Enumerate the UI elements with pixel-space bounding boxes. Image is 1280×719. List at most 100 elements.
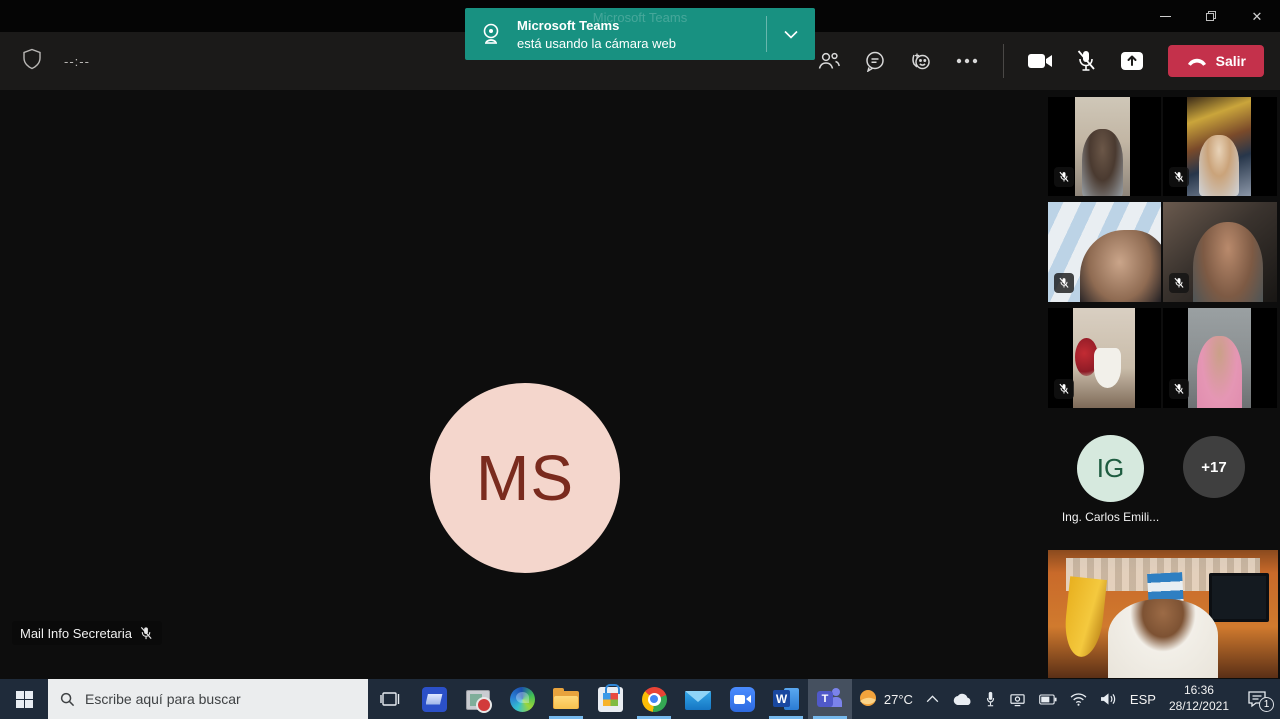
participant-video-2 — [1187, 97, 1251, 196]
participant-video-1 — [1075, 97, 1130, 196]
taskbar-app-edge[interactable] — [500, 679, 544, 719]
share-screen-button[interactable] — [1114, 43, 1150, 79]
chevron-down-icon — [784, 30, 798, 39]
taskbar-app-word[interactable]: W — [764, 679, 808, 719]
notification-count-badge: 1 — [1259, 697, 1274, 712]
weather-widget[interactable]: 27°C — [857, 688, 913, 710]
leave-label: Salir — [1216, 53, 1246, 69]
search-placeholder: Escribe aquí para buscar — [85, 691, 241, 707]
display-device-icon[interactable] — [1009, 692, 1026, 707]
chrome-icon — [642, 687, 667, 712]
clock-time: 16:36 — [1169, 683, 1229, 699]
participant-video-tile-large[interactable] — [1048, 550, 1278, 678]
banner-expand-button[interactable] — [767, 30, 815, 39]
call-timer: --:-- — [64, 54, 90, 69]
participant-video-tile-3[interactable] — [1048, 202, 1161, 302]
onedrive-cloud-icon[interactable] — [952, 693, 972, 706]
mic-muted-icon — [1075, 49, 1097, 73]
taskbar-app-scanner[interactable] — [412, 679, 456, 719]
window-controls: ✕ — [1142, 0, 1280, 32]
tray-mic-icon[interactable] — [985, 691, 996, 707]
start-button[interactable] — [0, 679, 48, 719]
temperature-text: 27°C — [884, 692, 913, 707]
mic-toggle-button[interactable] — [1068, 43, 1104, 79]
participant-name-label: Ing. Carlos Emili... — [1060, 510, 1161, 524]
more-options-button[interactable] — [949, 43, 985, 79]
taskbar-app-mail[interactable] — [676, 679, 720, 719]
banner-message: está usando la cámara web — [517, 36, 766, 51]
banner-app-name: Microsoft Teams — [517, 18, 766, 33]
edge-icon — [510, 687, 535, 712]
webcam-usage-banner: Microsoft Teams está usando la cámara we… — [465, 8, 815, 60]
shield-icon — [22, 48, 42, 75]
participant-video-6 — [1188, 308, 1251, 408]
chat-icon — [864, 50, 886, 72]
zoom-app-icon — [730, 687, 755, 712]
taskbar-app-chrome[interactable] — [632, 679, 676, 719]
weather-sun-icon — [857, 688, 879, 710]
reactions-icon — [909, 49, 933, 73]
mic-muted-badge — [1169, 167, 1189, 187]
overflow-participants-badge[interactable]: +17 — [1183, 436, 1245, 498]
close-icon: ✕ — [1252, 10, 1263, 23]
screen-capture-app-icon — [466, 690, 490, 710]
speaker-name-label: Mail Info Secretaria — [12, 621, 162, 645]
volume-icon[interactable] — [1100, 692, 1117, 706]
wifi-icon[interactable] — [1070, 693, 1087, 706]
taskbar-app-store[interactable] — [588, 679, 632, 719]
meeting-stage: MS Mail Info Secretaria — [0, 90, 1280, 679]
participant-avatar-initials: IG — [1097, 453, 1124, 484]
taskbar-app-zoom[interactable] — [720, 679, 764, 719]
people-icon — [817, 51, 841, 71]
participant-video-tile-4[interactable] — [1163, 202, 1277, 302]
clock-date: 28/12/2021 — [1169, 699, 1229, 715]
language-indicator[interactable]: ESP — [1130, 692, 1156, 707]
file-explorer-icon — [553, 689, 579, 711]
speaker-name-text: Mail Info Secretaria — [20, 626, 132, 641]
mic-muted-badge — [1169, 273, 1189, 293]
share-icon — [1119, 49, 1145, 73]
taskbar-clock[interactable]: 16:36 28/12/2021 — [1169, 683, 1229, 714]
participant-avatar-ig[interactable]: IG — [1077, 435, 1144, 502]
chat-button[interactable] — [857, 43, 893, 79]
teams-meeting-window: Microsoft Teams ✕ Microsoft Teams está u… — [0, 0, 1280, 719]
restore-button[interactable] — [1188, 0, 1234, 32]
participants-button[interactable] — [811, 43, 847, 79]
notification-center-button[interactable]: 1 — [1242, 686, 1272, 712]
mic-muted-badge — [1054, 167, 1074, 187]
leave-call-button[interactable]: Salir — [1168, 45, 1264, 77]
restore-icon — [1206, 11, 1216, 21]
webcam-icon — [465, 21, 517, 47]
mic-muted-badge — [1054, 379, 1074, 399]
participant-video-tile-2[interactable] — [1163, 97, 1277, 196]
camera-toggle-button[interactable] — [1022, 43, 1058, 79]
reactions-button[interactable] — [903, 43, 939, 79]
participant-video-tile-5[interactable] — [1048, 308, 1161, 408]
taskbar-search[interactable]: Escribe aquí para buscar — [48, 679, 368, 719]
task-view-icon — [380, 690, 400, 708]
speaker-avatar: MS — [430, 383, 620, 573]
mic-muted-small-icon — [139, 626, 154, 641]
tray-expand-icon[interactable] — [926, 695, 939, 703]
hang-up-icon — [1186, 56, 1208, 66]
mail-app-icon — [685, 691, 711, 710]
banner-text: Microsoft Teams está usando la cámara we… — [517, 18, 766, 51]
overflow-count: +17 — [1201, 459, 1226, 476]
taskbar-app-file-explorer[interactable] — [544, 679, 588, 719]
task-view-button[interactable] — [368, 679, 412, 719]
word-icon: W — [773, 687, 799, 711]
minimize-icon — [1160, 16, 1171, 17]
mic-muted-badge — [1169, 379, 1189, 399]
camera-on-icon — [1027, 52, 1053, 70]
toolbar-divider — [1003, 44, 1004, 78]
close-button[interactable]: ✕ — [1234, 0, 1280, 32]
battery-icon[interactable] — [1039, 694, 1057, 705]
participant-video-tile-6[interactable] — [1163, 308, 1277, 408]
wall-tv — [1209, 573, 1269, 622]
taskbar-app-teams[interactable]: T — [808, 679, 852, 719]
taskbar-app-screen-capture[interactable] — [456, 679, 500, 719]
yellow-flag — [1062, 576, 1107, 659]
participant-video-tile-1[interactable] — [1048, 97, 1161, 196]
minimize-button[interactable] — [1142, 0, 1188, 32]
speaker-avatar-initials: MS — [476, 441, 574, 515]
